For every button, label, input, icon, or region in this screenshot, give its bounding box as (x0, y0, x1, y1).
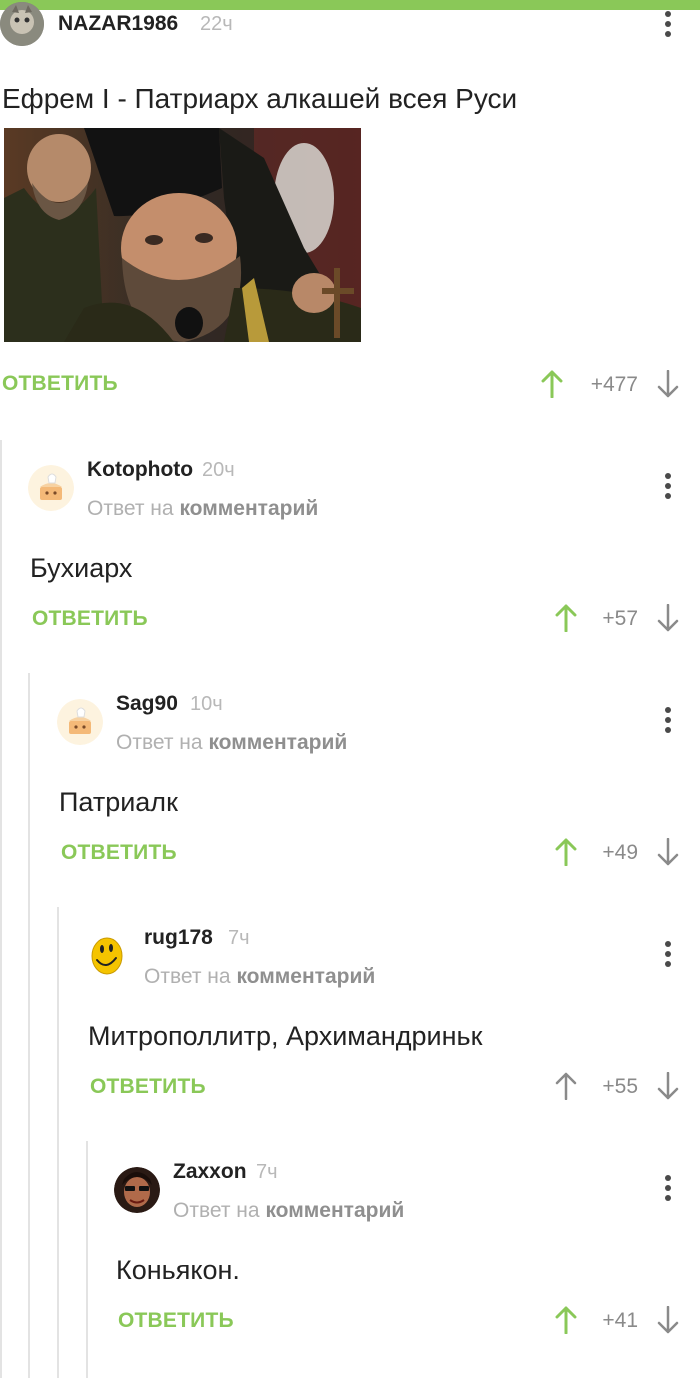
post-reply-button[interactable]: ОТВЕТИТЬ (2, 372, 118, 396)
comment-reply-button[interactable]: ОТВЕТИТЬ (118, 1309, 234, 1333)
comment-avatar[interactable] (28, 465, 74, 511)
more-vertical-icon[interactable] (663, 707, 673, 735)
comment-reply-button[interactable]: ОТВЕТИТЬ (90, 1075, 206, 1099)
comment-avatar[interactable] (114, 1167, 160, 1213)
comment-time: 10ч (190, 693, 223, 715)
reply-to-link[interactable]: комментарий (236, 965, 375, 988)
reply-to-prefix: Ответ на (173, 1199, 260, 1222)
comment-score: +49 (602, 841, 638, 864)
post-image[interactable] (4, 128, 361, 342)
thread-line-level-3[interactable] (57, 907, 59, 1378)
comment-score: +41 (602, 1309, 638, 1332)
comment-time: 7ч (228, 927, 250, 949)
more-vertical-icon[interactable] (663, 941, 673, 969)
comment-text[interactable]: Коньякон. (116, 1255, 240, 1286)
comment-text[interactable]: Митрополлитр, Архимандриньк (88, 1021, 482, 1052)
downvote-arrow-icon[interactable] (657, 604, 679, 632)
thread-line-level-4[interactable] (86, 1141, 88, 1378)
reply-to-label: Ответ на комментарий (144, 965, 375, 989)
reply-to-label: Ответ на комментарий (87, 497, 318, 521)
post-title[interactable]: Ефрем I - Патриарх алкашей всея Руси (2, 83, 517, 115)
comment-avatar[interactable] (57, 699, 103, 745)
post-time: 22ч (200, 13, 233, 35)
comment-author-name[interactable]: Kotophoto (87, 458, 193, 482)
top-accent-bar (0, 0, 700, 10)
post-score: +477 (590, 373, 638, 396)
reply-to-label: Ответ на комментарий (173, 1199, 404, 1223)
comment-reply-button[interactable]: ОТВЕТИТЬ (61, 841, 177, 865)
downvote-arrow-icon[interactable] (657, 1072, 679, 1100)
reply-to-prefix: Ответ на (116, 731, 203, 754)
comment-author-name[interactable]: Sag90 (116, 692, 178, 716)
upvote-arrow-icon[interactable] (555, 604, 577, 632)
reply-to-prefix: Ответ на (144, 965, 231, 988)
downvote-arrow-icon[interactable] (657, 838, 679, 866)
comment-author-name[interactable]: rug178 (144, 926, 213, 950)
more-vertical-icon[interactable] (663, 11, 673, 39)
comment-author-name[interactable]: Zaxxon (173, 1160, 247, 1184)
comment-avatar[interactable] (86, 933, 132, 979)
reply-to-prefix: Ответ на (87, 497, 174, 520)
comment-score: +57 (602, 607, 638, 630)
comment-reply-button[interactable]: ОТВЕТИТЬ (32, 607, 148, 631)
more-vertical-icon[interactable] (663, 1175, 673, 1203)
reply-to-link[interactable]: комментарий (208, 731, 347, 754)
more-vertical-icon[interactable] (663, 473, 673, 501)
post-author-name[interactable]: NAZAR1986 (58, 12, 178, 36)
thread-line-level-1[interactable] (0, 440, 2, 1378)
upvote-arrow-icon[interactable] (555, 1072, 577, 1100)
post-author-avatar[interactable] (0, 2, 44, 46)
comment-text[interactable]: Бухиарх (30, 553, 132, 584)
thread-line-level-2[interactable] (28, 673, 30, 1378)
upvote-arrow-icon[interactable] (555, 838, 577, 866)
reply-to-label: Ответ на комментарий (116, 731, 347, 755)
comment-score: +55 (602, 1075, 638, 1098)
upvote-arrow-icon[interactable] (555, 1306, 577, 1334)
downvote-arrow-icon[interactable] (657, 1306, 679, 1334)
reply-to-link[interactable]: комментарий (179, 497, 318, 520)
reply-to-link[interactable]: комментарий (265, 1199, 404, 1222)
upvote-arrow-icon[interactable] (541, 370, 563, 398)
comment-time: 20ч (202, 459, 235, 481)
downvote-arrow-icon[interactable] (657, 370, 679, 398)
comment-text[interactable]: Патриалк (59, 787, 178, 818)
comment-time: 7ч (256, 1161, 278, 1183)
